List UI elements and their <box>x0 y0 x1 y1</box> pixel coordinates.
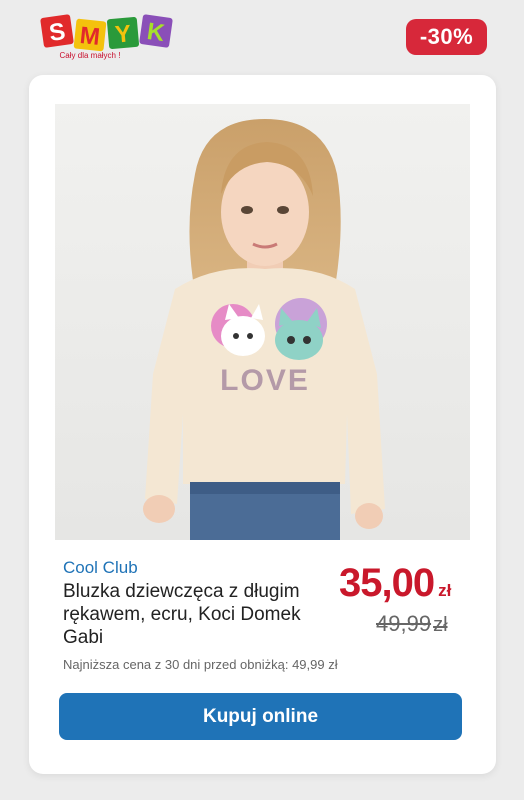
shirt-print-text: LOVE <box>220 364 310 397</box>
logo-letter-m: M <box>78 22 101 51</box>
buy-online-button[interactable]: Kupuj online <box>59 693 462 740</box>
current-price-value: 35,00 <box>339 561 435 605</box>
discount-badge: -30% <box>406 19 487 55</box>
logo-tagline: Cały dla małych ! <box>60 51 121 60</box>
product-brand[interactable]: Cool Club <box>63 558 138 578</box>
product-title[interactable]: Bluzka dziewczęca z długim rękawem, ecru… <box>63 580 323 649</box>
header: S M Y K Cały dla małych ! -30% <box>0 0 524 70</box>
product-card: LOVE Cool Club Bluzka dziewczęca z długi… <box>29 75 496 774</box>
logo-letter-y: Y <box>114 20 132 48</box>
product-image[interactable]: LOVE <box>55 104 470 540</box>
current-price: 35,00 zł <box>339 561 451 606</box>
current-price-currency: zł <box>438 581 452 600</box>
old-price: 49,99 zł <box>376 611 448 637</box>
old-price-value: 49,99 <box>376 611 432 636</box>
lowest-price-note: Najniższa cena z 30 dni przed obniżką: 4… <box>63 657 338 672</box>
old-price-currency: zł <box>433 614 448 636</box>
smyk-logo[interactable]: S M Y K Cały dla małych ! <box>40 14 176 60</box>
